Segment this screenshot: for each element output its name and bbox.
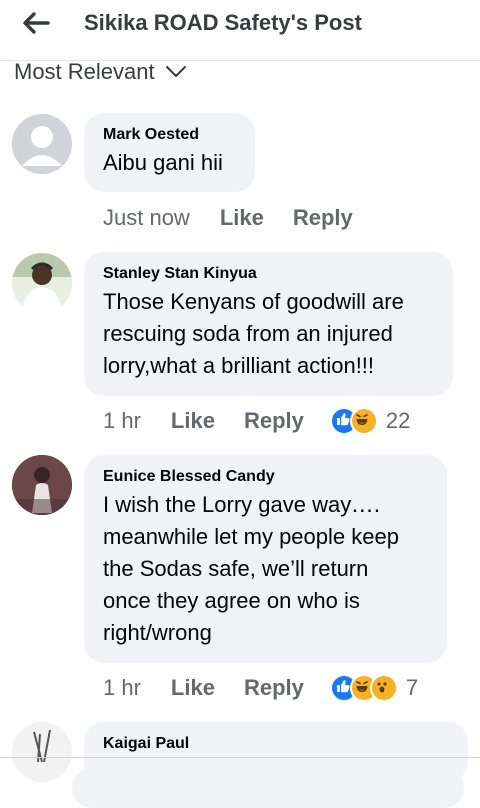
- comment-author[interactable]: Kaigai Paul: [103, 734, 448, 754]
- comment-line: Those Kenyans of goodwill are: [103, 289, 404, 314]
- comment-line: once they agree on who is: [103, 588, 360, 613]
- back-arrow-icon: [23, 12, 50, 34]
- comment-actions: 1 hr Like Reply 22: [103, 406, 410, 436]
- comment-line: rescuing soda from an injured: [103, 321, 393, 346]
- avatar[interactable]: [12, 114, 72, 174]
- profile-photo-icon: [12, 253, 72, 313]
- comment-bubble: Eunice Blessed Candy I wish the Lorry ga…: [84, 455, 447, 663]
- like-button[interactable]: Like: [171, 408, 215, 434]
- reply-button[interactable]: Reply: [244, 675, 304, 701]
- reaction-count: 22: [385, 408, 411, 433]
- comment-text: I wish the Lorry gave way․․․․ meanwhile …: [103, 489, 427, 649]
- sort-label: Most Relevant: [14, 59, 155, 84]
- sort-dropdown[interactable]: Most Relevant: [14, 58, 187, 86]
- comment-line: I wish the Lorry gave way․․․․: [103, 492, 381, 517]
- comment-time[interactable]: 1 hr: [103, 408, 141, 434]
- comment-line: Aibu gani hii: [103, 150, 223, 175]
- comment-actions: Just now Like Reply: [103, 203, 382, 233]
- chevron-down-icon: [165, 66, 186, 77]
- comment-input[interactable]: [72, 768, 464, 808]
- reaction-summary[interactable]: 22: [329, 407, 411, 435]
- back-button[interactable]: [18, 8, 54, 38]
- comment-time[interactable]: 1 hr: [103, 675, 141, 701]
- comment-text: Aibu gani hii: [103, 147, 235, 179]
- avatar[interactable]: [12, 722, 72, 782]
- comment-time[interactable]: Just now: [103, 205, 190, 231]
- profile-photo-icon: [12, 722, 72, 782]
- like-button[interactable]: Like: [171, 675, 215, 701]
- like-button[interactable]: Like: [220, 205, 264, 231]
- avatar[interactable]: [12, 455, 72, 515]
- page-title: Sikika ROAD Safety's Post: [84, 10, 362, 35]
- reaction-summary[interactable]: 7: [329, 674, 419, 702]
- haha-icon: [349, 407, 378, 435]
- reply-button[interactable]: Reply: [293, 205, 353, 231]
- comment-line: meanwhile let my people keep: [103, 524, 399, 549]
- app-header: Sikika ROAD Safety's Post: [0, 0, 480, 61]
- comment-author[interactable]: Mark Oested: [103, 125, 235, 145]
- reaction-count: 7: [405, 675, 419, 700]
- wow-icon: [369, 674, 398, 702]
- comment-bubble: Stanley Stan Kinyua Those Kenyans of goo…: [84, 252, 453, 396]
- comment-bubble: Mark Oested Aibu gani hii: [84, 113, 255, 192]
- comment-line: the Sodas safe, we’ll return: [103, 556, 369, 581]
- avatar[interactable]: [12, 253, 72, 313]
- profile-photo-icon: [12, 455, 72, 515]
- comment-actions: 1 hr Like Reply 7: [103, 673, 418, 703]
- default-avatar-icon: [22, 126, 62, 166]
- composer-divider: [0, 757, 480, 758]
- comment-line: lorry,what a brilliant action!!!: [103, 353, 375, 378]
- comment-author[interactable]: Stanley Stan Kinyua: [103, 264, 433, 284]
- comment-text: Those Kenyans of goodwill are rescuing s…: [103, 286, 433, 382]
- reply-button[interactable]: Reply: [244, 408, 304, 434]
- comment-line: right/wrong: [103, 620, 212, 645]
- comment-author[interactable]: Eunice Blessed Candy: [103, 467, 427, 487]
